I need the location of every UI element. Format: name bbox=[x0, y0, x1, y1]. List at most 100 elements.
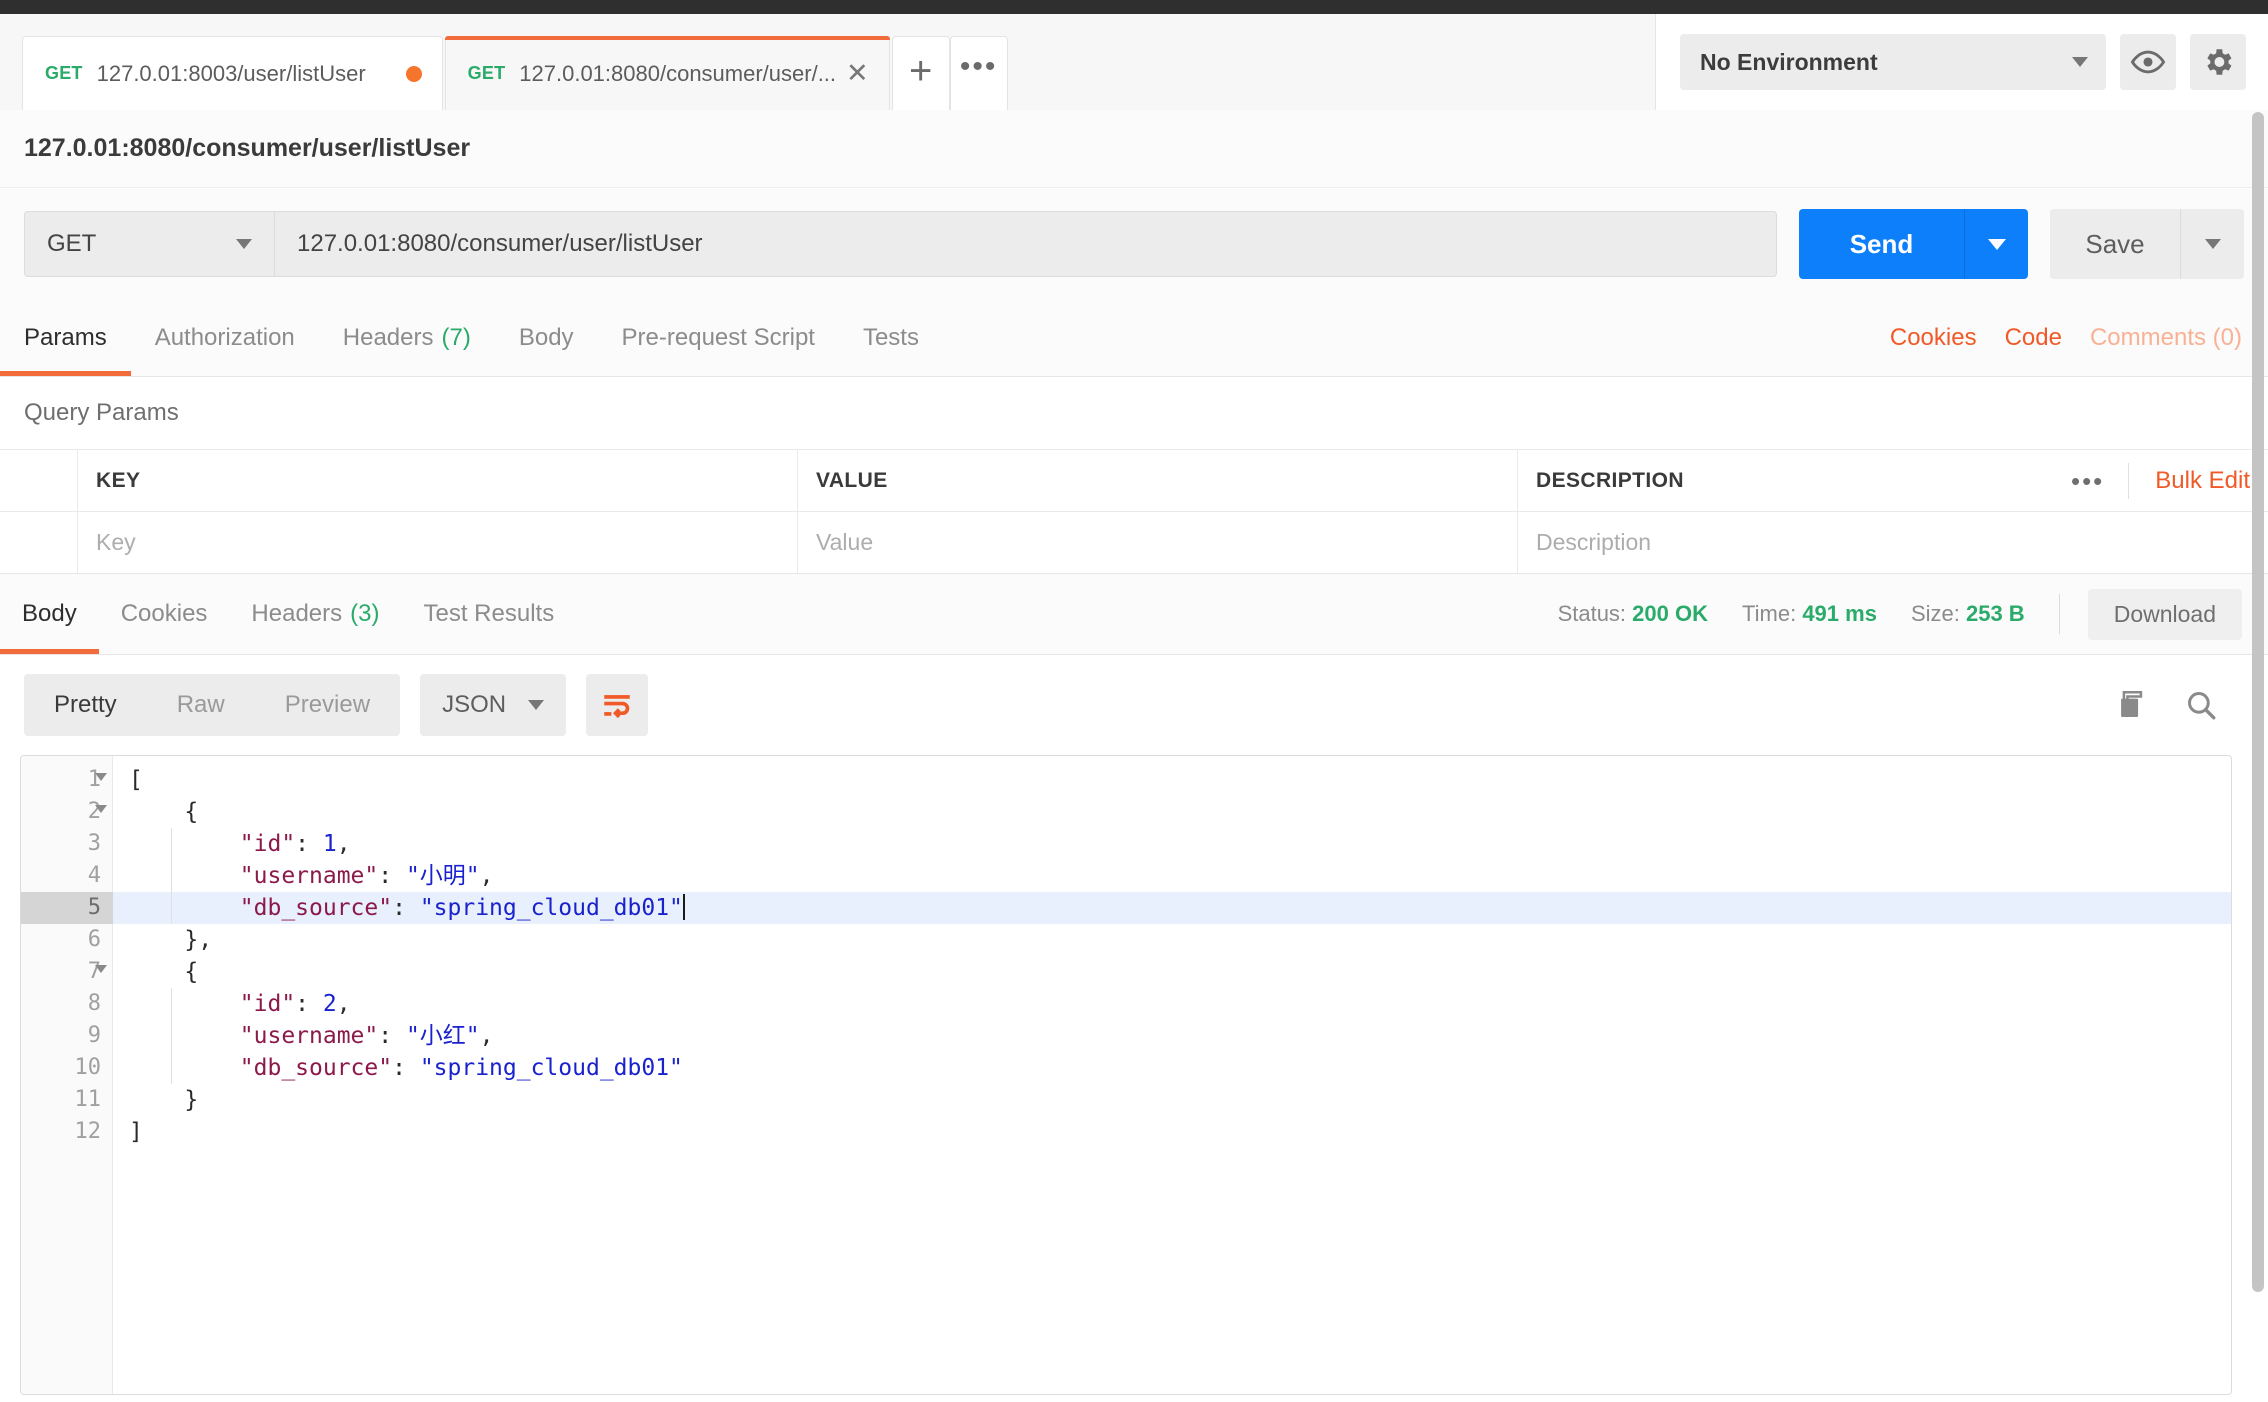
tab-overflow-menu-button[interactable]: ••• bbox=[949, 36, 1008, 110]
response-format-select[interactable]: JSON bbox=[420, 674, 567, 736]
environment-quick-look-button[interactable] bbox=[2120, 34, 2176, 90]
environment-select[interactable]: No Environment bbox=[1680, 34, 2106, 90]
send-options-button[interactable] bbox=[1964, 209, 2028, 279]
settings-button[interactable] bbox=[2190, 34, 2246, 90]
line-number: 3 bbox=[87, 831, 101, 856]
code-text: "id": 1, bbox=[113, 828, 351, 860]
token-punct: , bbox=[479, 1023, 494, 1049]
save-options-button[interactable] bbox=[2180, 209, 2244, 279]
tab-method-label: GET bbox=[467, 63, 506, 83]
code-fold-toggle-icon[interactable] bbox=[95, 965, 107, 973]
tab-label: Authorization bbox=[154, 323, 295, 351]
code-text: ] bbox=[113, 1116, 143, 1148]
param-value-input[interactable]: Value bbox=[798, 512, 1518, 573]
column-header-value: VALUE bbox=[798, 450, 1518, 511]
link-cookies[interactable]: Cookies bbox=[1890, 324, 1977, 352]
tab-authorization[interactable]: Authorization bbox=[131, 299, 319, 376]
page-title: 127.0.01:8080/consumer/user/listUser bbox=[24, 134, 471, 162]
page-scrollbar[interactable] bbox=[2250, 112, 2266, 1402]
token-num: 2 bbox=[322, 991, 337, 1017]
save-button[interactable]: Save bbox=[2050, 209, 2180, 279]
tab-strip: GET 127.0.01:8003/user/listUser GET 127.0.0… bbox=[0, 14, 2268, 110]
token-punct: : bbox=[392, 895, 420, 921]
unsaved-indicator-dot bbox=[405, 65, 422, 82]
response-toolbar-actions bbox=[2114, 688, 2244, 722]
code-fold-toggle-icon[interactable] bbox=[95, 805, 107, 813]
param-description-input[interactable]: Description bbox=[1518, 512, 2268, 573]
table-actions: ••• Bulk Edit bbox=[2047, 450, 2250, 511]
table-options-button[interactable]: ••• bbox=[2047, 462, 2130, 499]
token-key: "username" bbox=[129, 1023, 379, 1049]
request-section-tabs: Params Authorization Headers (7) Body Pre-req… bbox=[0, 299, 2268, 377]
view-mode-pretty[interactable]: Pretty bbox=[24, 674, 147, 736]
token-punct: : bbox=[392, 1055, 420, 1081]
link-code[interactable]: Code bbox=[2005, 324, 2062, 352]
view-mode-preview[interactable]: Preview bbox=[255, 674, 400, 736]
tab-label: Params bbox=[24, 323, 107, 351]
token-punct: }, bbox=[129, 927, 213, 953]
code-fold-toggle-icon[interactable] bbox=[95, 773, 107, 781]
tab-label: Cookies bbox=[120, 600, 208, 627]
request-tab-1[interactable]: GET 127.0.01:8080/consumer/user/... ✕ bbox=[444, 36, 890, 110]
close-icon[interactable]: ✕ bbox=[846, 60, 869, 87]
table-header-row: KEY VALUE DESCRIPTION ••• Bulk Edit bbox=[0, 450, 2268, 512]
response-toolbar: Pretty Raw Preview JSON bbox=[0, 655, 2268, 755]
http-method-select[interactable]: GET bbox=[24, 211, 274, 277]
response-body-editor[interactable]: 1[2 {3 "id": 1, 4 "username": "小明", 5 "db_… bbox=[20, 755, 2232, 1395]
token-punct: { bbox=[129, 799, 199, 825]
page-scrollbar-thumb[interactable] bbox=[2252, 112, 2264, 1292]
send-button-group: Send bbox=[1799, 209, 2028, 279]
tab-pre-request-script[interactable]: Pre-request Script bbox=[598, 299, 839, 376]
tab-label: Headers bbox=[342, 323, 434, 351]
url-input[interactable]: 127.0.01:8080/consumer/user/listUser bbox=[274, 211, 1777, 277]
code-line: 3 "id": 1, bbox=[21, 828, 2231, 860]
code-line: 5 "db_source": "spring_cloud_db01" bbox=[21, 892, 2231, 924]
copy-icon bbox=[2121, 690, 2143, 718]
tab-headers[interactable]: Headers (7) bbox=[319, 299, 495, 376]
query-params-section-title: Query Params bbox=[0, 377, 2268, 449]
column-header-description: DESCRIPTION ••• Bulk Edit bbox=[1518, 450, 2268, 511]
response-tab-headers[interactable]: Headers (3) bbox=[229, 574, 401, 654]
download-button[interactable]: Download bbox=[2087, 588, 2242, 640]
bulk-edit-button[interactable]: Bulk Edit bbox=[2129, 467, 2250, 495]
chevron-down-icon bbox=[236, 239, 252, 249]
tab-body[interactable]: Body bbox=[495, 299, 598, 376]
response-view-mode-group: Pretty Raw Preview bbox=[24, 674, 401, 736]
token-key: "username" bbox=[129, 863, 379, 889]
line-number: 4 bbox=[87, 863, 101, 888]
response-format-label: JSON bbox=[442, 691, 507, 718]
tab-params[interactable]: Params bbox=[0, 299, 131, 376]
gear-icon bbox=[2207, 49, 2232, 75]
response-tab-body[interactable]: Body bbox=[0, 574, 99, 654]
request-title-bar: 127.0.01:8080/consumer/user/listUser bbox=[0, 110, 2268, 188]
indent-guide bbox=[171, 1052, 172, 1084]
token-punct: { bbox=[129, 959, 199, 985]
code-line: 9 "username": "小红", bbox=[21, 1020, 2231, 1052]
line-number: 9 bbox=[87, 1023, 101, 1048]
tab-count-badge: (3) bbox=[350, 600, 380, 627]
response-tab-test-results[interactable]: Test Results bbox=[401, 574, 576, 654]
response-time: Time: 491 ms bbox=[1742, 601, 1877, 626]
link-comments-0-[interactable]: Comments (0) bbox=[2090, 324, 2242, 352]
tab-method-label: GET bbox=[45, 63, 83, 83]
word-wrap-button[interactable] bbox=[586, 674, 649, 736]
tab-label: Pre-request Script bbox=[621, 323, 815, 351]
row-checkbox-cell[interactable] bbox=[0, 512, 78, 573]
save-button-group: Save bbox=[2050, 209, 2244, 279]
copy-button[interactable] bbox=[2114, 688, 2148, 722]
send-button[interactable]: Send bbox=[1799, 209, 1964, 279]
search-response-button[interactable] bbox=[2184, 688, 2218, 722]
view-mode-raw[interactable]: Raw bbox=[147, 674, 255, 736]
chevron-down-icon bbox=[528, 700, 545, 710]
token-punct: } bbox=[129, 1087, 199, 1113]
new-tab-button[interactable]: + bbox=[891, 36, 950, 110]
column-header-key: KEY bbox=[78, 450, 798, 511]
request-tab-0[interactable]: GET 127.0.01:8003/user/listUser bbox=[22, 36, 443, 110]
environment-selected-label: No Environment bbox=[1700, 48, 1878, 75]
response-tab-cookies[interactable]: Cookies bbox=[99, 574, 230, 654]
line-number: 12 bbox=[74, 1119, 102, 1144]
token-punct: , bbox=[336, 991, 351, 1017]
tab-tests[interactable]: Tests bbox=[839, 299, 943, 376]
tab-label: 127.0.01:8003/user/listUser bbox=[96, 60, 366, 86]
param-key-input[interactable]: Key bbox=[78, 512, 798, 573]
